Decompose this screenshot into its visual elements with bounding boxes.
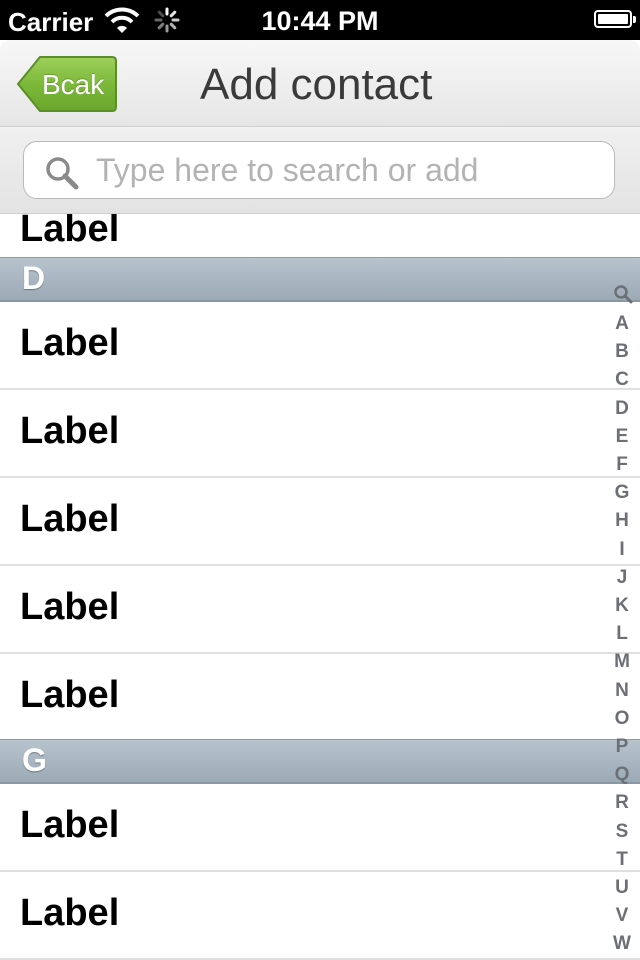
- index-letter-s[interactable]: S: [604, 821, 640, 842]
- index-letter-l[interactable]: L: [604, 624, 640, 644]
- search-field[interactable]: [23, 141, 615, 199]
- list-item[interactable]: Label: [0, 566, 640, 654]
- section-header-label: D: [22, 260, 46, 296]
- list-item-label: Label: [20, 804, 120, 846]
- index-letter-b[interactable]: B: [604, 342, 640, 362]
- list-item[interactable]: Label: [0, 784, 640, 872]
- index-letter-n[interactable]: N: [604, 680, 640, 701]
- list-item-label: Label: [20, 586, 120, 628]
- list-item[interactable]: Label: [0, 302, 640, 390]
- search-bar: [0, 127, 640, 214]
- list-item[interactable]: Label: [0, 872, 640, 960]
- index-letter-m[interactable]: M: [604, 652, 640, 672]
- search-icon: [44, 155, 80, 196]
- section-header-g: G: [0, 739, 640, 784]
- back-button[interactable]: Bcak: [16, 55, 118, 113]
- index-letter-r[interactable]: R: [604, 793, 640, 813]
- index-letter-u[interactable]: U: [604, 878, 640, 898]
- index-letter-v[interactable]: V: [604, 906, 640, 926]
- list-item-label: Label: [20, 322, 120, 364]
- section-header-label: G: [22, 742, 47, 778]
- index-letter-k[interactable]: K: [604, 596, 640, 616]
- index-letter-f[interactable]: F: [604, 455, 640, 475]
- index-letter-h[interactable]: H: [604, 511, 640, 531]
- status-bar: Carrier 10:44 PM: [0, 0, 640, 40]
- status-time: 10:44 PM: [261, 6, 379, 36]
- index-letter-j[interactable]: J: [604, 567, 640, 588]
- list-item-label: Label: [20, 498, 120, 540]
- navigation-bar: Bcak Add contact: [0, 40, 640, 127]
- list-item[interactable]: Label: [0, 478, 640, 566]
- back-button-label: Bcak: [42, 69, 105, 100]
- section-index[interactable]: ABCDEFGHIJKLMNOPQRSTUVW: [604, 284, 640, 954]
- index-letter-a[interactable]: A: [604, 314, 640, 334]
- index-letter-c[interactable]: C: [604, 370, 640, 390]
- search-input[interactable]: [96, 150, 596, 190]
- battery-icon: [594, 10, 636, 28]
- page-title: Add contact: [200, 60, 433, 109]
- index-letter-t[interactable]: T: [604, 849, 640, 870]
- section-header-d: D: [0, 257, 640, 302]
- index-search-icon[interactable]: [613, 284, 633, 309]
- contact-list[interactable]: Label D Label Label Label Label Label G …: [0, 214, 640, 960]
- index-letter-o[interactable]: O: [604, 708, 640, 729]
- index-letter-w[interactable]: W: [604, 934, 640, 954]
- list-item-label: Label: [20, 410, 120, 452]
- index-letter-q[interactable]: Q: [604, 765, 640, 785]
- list-item[interactable]: Label: [0, 390, 640, 478]
- list-item-label: Label: [20, 214, 120, 250]
- index-letter-e[interactable]: E: [604, 426, 640, 447]
- list-item-label: Label: [20, 892, 120, 934]
- index-letter-p[interactable]: P: [604, 737, 640, 757]
- index-letter-g[interactable]: G: [604, 483, 640, 503]
- index-letter-d[interactable]: D: [604, 398, 640, 419]
- index-letter-i[interactable]: I: [604, 539, 640, 560]
- list-item[interactable]: Label: [0, 654, 640, 742]
- list-item-label: Label: [20, 674, 120, 716]
